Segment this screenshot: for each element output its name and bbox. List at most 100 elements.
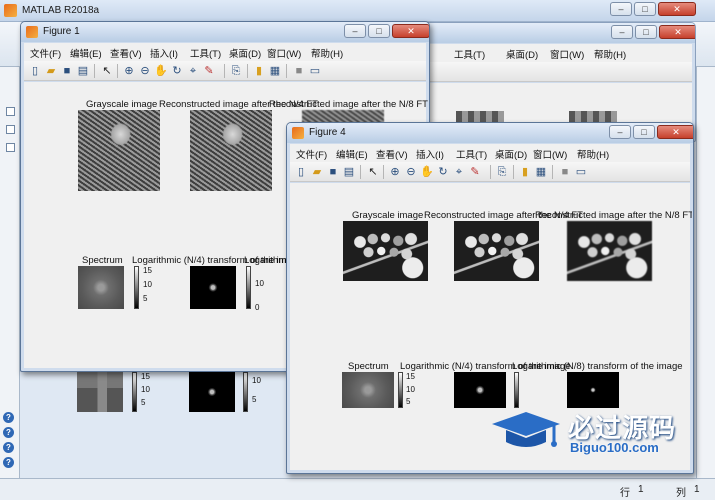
save-icon[interactable]: ■ xyxy=(326,165,340,179)
menu-tools[interactable]: 工具(T) xyxy=(454,47,485,61)
zoom-out-icon[interactable]: ⊖ xyxy=(138,64,152,78)
reconstructed-n4-image xyxy=(190,110,272,191)
toolbar-separator xyxy=(513,165,514,179)
colorbar-tick: 10 xyxy=(252,376,261,385)
row-label: 行 xyxy=(620,488,630,499)
grayscale-image xyxy=(343,221,428,281)
minimize-button[interactable]: ‒ xyxy=(344,24,366,38)
matlab-figure-icon xyxy=(292,127,304,139)
minimize-button[interactable]: ‒ xyxy=(610,2,632,16)
colorbar-background xyxy=(243,372,248,412)
colorbar-tick: 15 xyxy=(141,372,150,381)
axes-title-grayscale: Grayscale image xyxy=(86,99,158,110)
print-icon[interactable]: ▤ xyxy=(76,64,90,78)
menu-window[interactable]: 窗口(W) xyxy=(267,46,301,60)
watermark-url: Biguo100.com xyxy=(570,440,659,455)
help-icon[interactable]: ? xyxy=(3,427,14,438)
hide-tools-icon[interactable]: ■ xyxy=(558,165,572,179)
menu-edit[interactable]: 编辑(E) xyxy=(336,147,368,161)
matlab-titlebar: MATLAB R2018a ‒ □ ✕ xyxy=(0,0,715,22)
close-button[interactable]: ✕ xyxy=(659,25,695,39)
brush-icon[interactable]: ✎ xyxy=(202,64,216,78)
zoom-out-icon[interactable]: ⊖ xyxy=(404,165,418,179)
maximize-button[interactable]: □ xyxy=(634,2,656,16)
matlab-window-controls: ‒ □ ✕ xyxy=(610,2,696,16)
link-icon[interactable]: ⎘ xyxy=(495,165,509,179)
menu-tools[interactable]: 工具(T) xyxy=(190,46,221,60)
colorbar-icon[interactable]: ▮ xyxy=(518,165,532,179)
print-icon[interactable]: ▤ xyxy=(342,165,356,179)
menu-help[interactable]: 帮助(H) xyxy=(577,147,609,161)
maximize-button[interactable]: □ xyxy=(635,25,657,39)
help-icon[interactable]: ? xyxy=(3,442,14,453)
zoom-in-icon[interactable]: ⊕ xyxy=(388,165,402,179)
figure-4-title: Figure 4 xyxy=(309,127,346,138)
panel-item-icon[interactable] xyxy=(6,143,15,152)
zoom-in-icon[interactable]: ⊕ xyxy=(122,64,136,78)
link-icon[interactable]: ⎘ xyxy=(229,64,243,78)
colorbar-tick: 5 xyxy=(143,294,148,303)
spectrum-image xyxy=(342,372,394,408)
hide-tools-icon[interactable]: ■ xyxy=(292,64,306,78)
figure-1-window-controls: ‒ □ ✕ xyxy=(344,24,429,38)
toolbar-separator xyxy=(224,64,225,78)
axes-title-log-n8: Logarithmic (N/8) transform of the image xyxy=(512,361,683,372)
matlab-window-title: MATLAB R2018a xyxy=(22,5,100,16)
minimize-button[interactable]: ‒ xyxy=(611,25,633,39)
legend-icon[interactable]: ▦ xyxy=(268,64,282,78)
rotate-icon[interactable]: ↻ xyxy=(436,165,450,179)
axes-title-spectrum: Spectrum xyxy=(82,255,123,266)
data-cursor-icon[interactable]: ⌖ xyxy=(452,165,466,179)
maximize-button[interactable]: □ xyxy=(368,24,390,38)
menu-view[interactable]: 查看(V) xyxy=(376,147,408,161)
save-icon[interactable]: ■ xyxy=(60,64,74,78)
menu-desktop[interactable]: 桌面(D) xyxy=(229,46,261,60)
close-button[interactable]: ✕ xyxy=(658,2,696,16)
dock-icon[interactable]: ▭ xyxy=(308,64,322,78)
maximize-button[interactable]: □ xyxy=(633,125,655,139)
menu-file[interactable]: 文件(F) xyxy=(296,147,327,161)
dock-icon[interactable]: ▭ xyxy=(574,165,588,179)
colorbar-tick: 10 xyxy=(143,280,152,289)
menu-file[interactable]: 文件(F) xyxy=(30,46,61,60)
menu-window[interactable]: 窗口(W) xyxy=(550,47,584,61)
menu-edit[interactable]: 编辑(E) xyxy=(70,46,102,60)
legend-icon[interactable]: ▦ xyxy=(534,165,548,179)
open-icon[interactable]: ▰ xyxy=(44,64,58,78)
menu-help[interactable]: 帮助(H) xyxy=(594,47,626,61)
pan-icon[interactable]: ✋ xyxy=(420,165,434,179)
menu-insert[interactable]: 插入(I) xyxy=(150,46,178,60)
menu-help[interactable]: 帮助(H) xyxy=(311,46,343,60)
panel-item-icon[interactable] xyxy=(6,107,15,116)
panel-item-icon[interactable] xyxy=(6,125,15,134)
spectrum-image xyxy=(78,266,124,309)
minimize-button[interactable]: ‒ xyxy=(609,125,631,139)
pan-icon[interactable]: ✋ xyxy=(154,64,168,78)
close-button[interactable]: ✕ xyxy=(657,125,693,139)
rotate-icon[interactable]: ↻ xyxy=(170,64,184,78)
pointer-icon[interactable]: ↖ xyxy=(366,165,380,179)
help-icon[interactable]: ? xyxy=(3,457,14,468)
menu-view[interactable]: 查看(V) xyxy=(110,46,142,60)
pointer-icon[interactable]: ↖ xyxy=(100,64,114,78)
menu-insert[interactable]: 插入(I) xyxy=(416,147,444,161)
figure-4-menubar: 文件(F) 编辑(E) 查看(V) 插入(I) 工具(T) 桌面(D) 窗口(W… xyxy=(290,144,690,162)
spectrum-image-background xyxy=(77,372,123,412)
help-icon[interactable]: ? xyxy=(3,412,14,423)
colorbar-icon[interactable]: ▮ xyxy=(252,64,266,78)
data-cursor-icon[interactable]: ⌖ xyxy=(186,64,200,78)
menu-desktop[interactable]: 桌面(D) xyxy=(506,47,538,61)
new-file-icon[interactable]: ▯ xyxy=(294,165,308,179)
figure-menubar: 工具(T) 桌面(D) 窗口(W) 帮助(H) xyxy=(424,44,692,62)
menu-window[interactable]: 窗口(W) xyxy=(533,147,567,161)
workspace-panel xyxy=(696,67,715,487)
open-icon[interactable]: ▰ xyxy=(310,165,324,179)
menu-desktop[interactable]: 桌面(D) xyxy=(495,147,527,161)
close-button[interactable]: ✕ xyxy=(392,24,429,38)
new-file-icon[interactable]: ▯ xyxy=(28,64,42,78)
colorbar-tick: 15 xyxy=(143,266,152,275)
menu-tools[interactable]: 工具(T) xyxy=(456,147,487,161)
brush-icon[interactable]: ✎ xyxy=(468,165,482,179)
axes-title-recon-n8: Reconstructed image after the N/8 FT xyxy=(269,99,428,110)
colorbar-tick: 15 xyxy=(406,372,415,381)
